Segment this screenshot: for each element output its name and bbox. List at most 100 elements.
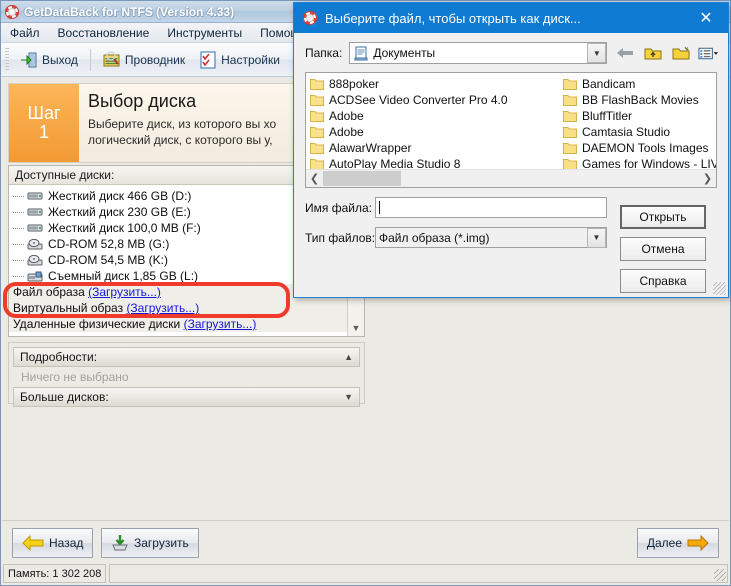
- folder-icon: [563, 95, 577, 106]
- up-folder-icon[interactable]: [642, 43, 663, 63]
- hard-disk-icon: [27, 224, 43, 231]
- list-item[interactable]: Adobe: [310, 108, 563, 124]
- folder-icon: [310, 95, 324, 106]
- menu-item-recovery[interactable]: Восстановление: [49, 24, 159, 42]
- filename-label: Имя файла:: [305, 200, 372, 215]
- list-item[interactable]: ACDSee Video Converter Pro 4.0: [310, 92, 563, 108]
- explorer-icon: [103, 50, 120, 66]
- file-name: Adobe: [329, 109, 364, 123]
- tree-branch-icon: [13, 196, 24, 197]
- toolbar-settings-button[interactable]: Настройки: [192, 48, 287, 72]
- menu-item-tools[interactable]: Инструменты: [158, 24, 251, 42]
- filetype-combobox[interactable]: Файл образа (*.img) ▼: [375, 227, 607, 248]
- disk-label: Жесткий диск 100,0 MB (F:): [48, 221, 201, 235]
- scroll-left-arrow-icon[interactable]: ❮: [306, 172, 323, 185]
- virtual-image-label: Виртуальный образ: [13, 301, 124, 315]
- list-item[interactable]: Camtasia Studio: [563, 124, 716, 140]
- load-button-label: Загрузить: [134, 536, 189, 550]
- list-item[interactable]: Bandicam: [563, 76, 716, 92]
- list-item[interactable]: Adobe: [310, 124, 563, 140]
- dialog-resize-grip-icon[interactable]: [713, 282, 726, 295]
- scrollbar-track[interactable]: [323, 170, 699, 187]
- file-name: BluffTitler: [582, 109, 633, 123]
- toolbar-explorer-button[interactable]: Проводник: [96, 48, 192, 72]
- file-name: ACDSee Video Converter Pro 4.0: [329, 93, 508, 107]
- menu-item-file[interactable]: Файл: [1, 24, 49, 42]
- new-folder-icon[interactable]: [670, 43, 691, 63]
- image-file-load-link[interactable]: (Загрузить...): [88, 285, 161, 299]
- step-word: Шаг: [27, 103, 61, 124]
- open-button[interactable]: Открыть: [620, 205, 706, 229]
- folder-icon: [310, 111, 324, 122]
- download-icon: [112, 535, 128, 551]
- look-in-label: Папка:: [305, 46, 343, 60]
- app-title: GetDataBack for NTFS (Version 4.33): [24, 4, 235, 19]
- file-list[interactable]: 888poker ACDSee Video Converter Pro 4.0 …: [305, 72, 717, 188]
- dialog-body: Папка: Документы ▼ 888poker ACDSee Video…: [294, 33, 728, 297]
- step-number-chip: Шаг 1: [9, 84, 79, 162]
- virtual-image-load-link[interactable]: (Загрузить...): [126, 301, 199, 315]
- folder-icon: [563, 143, 577, 154]
- view-list-icon[interactable]: [698, 43, 719, 63]
- remote-physical-disks-load-link[interactable]: (Загрузить...): [184, 317, 257, 331]
- cancel-button-label: Отмена: [641, 242, 685, 256]
- look-in-combobox[interactable]: Документы ▼: [349, 42, 608, 64]
- file-list-horizontal-scrollbar[interactable]: ❮ ❯: [306, 169, 716, 187]
- file-name: DAEMON Tools Images: [582, 141, 709, 155]
- file-name: Adobe: [329, 125, 364, 139]
- more-disks-title: Больше дисков:: [20, 390, 109, 404]
- scroll-down-arrow-icon[interactable]: ▼: [348, 320, 364, 336]
- cancel-button[interactable]: Отмена: [620, 237, 706, 261]
- toolbar-grip[interactable]: [5, 47, 9, 72]
- resize-grip-icon[interactable]: [714, 569, 726, 581]
- bottom-button-bar: Назад Загрузить Далее: [2, 520, 729, 563]
- hard-disk-icon: [27, 208, 43, 215]
- dialog-titlebar: Выберите файл, чтобы открыть как диск...…: [294, 3, 728, 33]
- details-header[interactable]: Подробности: ▲: [13, 347, 360, 367]
- remote-physical-disks-row[interactable]: Удаленные физические диски (Загрузить...…: [9, 316, 364, 332]
- toolbar-settings-label: Настройки: [221, 52, 280, 67]
- chevron-down-icon[interactable]: ▼: [587, 227, 606, 248]
- open-file-dialog: Выберите файл, чтобы открыть как диск...…: [293, 2, 729, 298]
- details-empty-text: Ничего не выбрано: [13, 367, 360, 387]
- step-text-block: Выбор диска Выберите диск, из которого в…: [79, 84, 285, 162]
- step-number: 1: [38, 122, 49, 142]
- list-item[interactable]: DAEMON Tools Images: [563, 140, 716, 156]
- more-disks-header[interactable]: Больше дисков: ▼: [13, 387, 360, 407]
- filetype-label: Тип файлов:: [305, 230, 376, 245]
- next-button[interactable]: Далее: [636, 528, 719, 558]
- exit-door-icon: [21, 52, 37, 67]
- folder-icon: [563, 79, 577, 90]
- file-name: Bandicam: [582, 77, 636, 91]
- disk-label: Жесткий диск 466 GB (D:): [48, 189, 192, 203]
- disk-label: CD-ROM 52,8 MB (G:): [48, 237, 170, 251]
- arrow-left-icon: [22, 535, 44, 551]
- remote-physical-disks-label: Удаленные физические диски: [13, 317, 181, 331]
- scrollbar-thumb[interactable]: [323, 171, 401, 186]
- filename-input[interactable]: [375, 197, 607, 218]
- tree-branch-icon: [13, 244, 24, 245]
- step-description: Выберите диск, из которого вы хо логичес…: [88, 117, 277, 148]
- list-item[interactable]: BluffTitler: [563, 108, 716, 124]
- virtual-image-row[interactable]: Виртуальный образ (Загрузить...): [9, 300, 364, 316]
- lifebuoy-icon: [303, 11, 317, 25]
- scroll-right-arrow-icon[interactable]: ❯: [699, 172, 716, 185]
- help-button[interactable]: Справка: [620, 269, 706, 293]
- file-name: AlawarWrapper: [329, 141, 412, 155]
- lifebuoy-icon: [5, 4, 19, 19]
- back-arrow-icon[interactable]: [614, 43, 635, 63]
- list-item[interactable]: 888poker: [310, 76, 563, 92]
- load-button[interactable]: Загрузить: [101, 528, 199, 558]
- back-button[interactable]: Назад: [12, 528, 94, 558]
- chevron-down-icon[interactable]: ▼: [587, 43, 607, 63]
- folder-icon: [563, 127, 577, 138]
- toolbar-separator: [89, 48, 91, 71]
- list-item[interactable]: BB FlashBack Movies: [563, 92, 716, 108]
- image-file-label: Файл образа: [13, 285, 85, 299]
- chevron-up-icon: ▲: [344, 352, 353, 362]
- list-item[interactable]: AlawarWrapper: [310, 140, 563, 156]
- close-icon[interactable]: ✕: [684, 3, 728, 33]
- dialog-title: Выберите файл, чтобы открыть как диск...: [325, 10, 581, 26]
- help-button-label: Справка: [639, 274, 687, 288]
- toolbar-exit-button[interactable]: Выход: [13, 48, 85, 72]
